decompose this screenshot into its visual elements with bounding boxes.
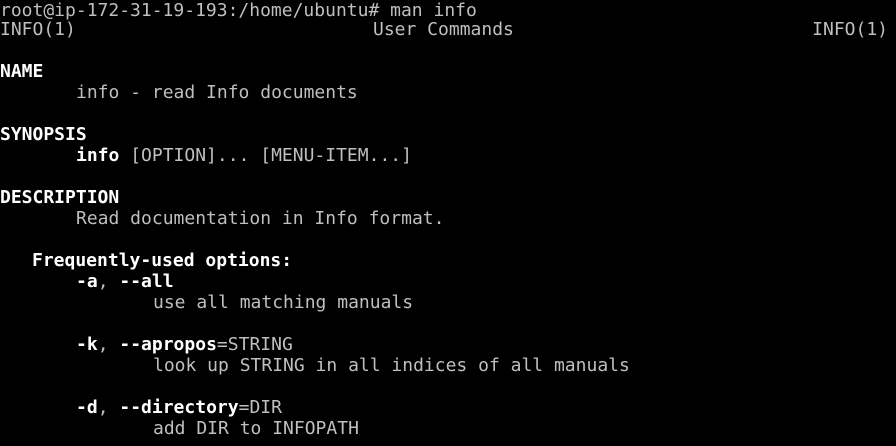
option-argument: STRING bbox=[227, 334, 293, 355]
man-header-left: INFO(1) bbox=[0, 19, 76, 40]
option-short-flag: -d bbox=[76, 397, 98, 418]
option-separator: , bbox=[97, 397, 120, 418]
man-header-center: User Commands bbox=[373, 19, 514, 40]
synopsis-line: info [OPTION]... [MENU-ITEM...] bbox=[76, 145, 412, 166]
option-description: add DIR to INFOPATH bbox=[153, 418, 359, 439]
shell-prompt-line: root@ip-172-31-19-193:/home/ubuntu# man … bbox=[0, 0, 477, 21]
option-separator: , bbox=[97, 271, 120, 292]
option-description: look up STRING in all indices of all man… bbox=[153, 355, 630, 376]
option-separator: , bbox=[97, 334, 120, 355]
option-flags: -d, --directory=DIR bbox=[76, 397, 282, 418]
section-heading-synopsis: SYNOPSIS bbox=[0, 124, 87, 145]
section-heading-name: NAME bbox=[0, 61, 44, 82]
option-arg-separator: = bbox=[238, 397, 250, 418]
section-heading-description: DESCRIPTION bbox=[0, 187, 120, 208]
name-description: info - read Info documents bbox=[76, 82, 358, 103]
options-subheading: Frequently-used options: bbox=[32, 250, 293, 271]
synopsis-command: info bbox=[76, 145, 120, 166]
terminal-window[interactable]: root@ip-172-31-19-193:/home/ubuntu# man … bbox=[0, 0, 896, 446]
description-text: Read documentation in Info format. bbox=[76, 208, 445, 229]
option-flags: -k, --apropos=STRING bbox=[76, 334, 293, 355]
synopsis-args: [OPTION]... [MENU-ITEM...] bbox=[119, 145, 412, 166]
option-flags: -a, --all bbox=[76, 271, 174, 292]
option-arg-separator: = bbox=[216, 334, 228, 355]
man-header-right: INFO(1) bbox=[812, 19, 888, 40]
option-long-flag: --apropos bbox=[119, 334, 217, 355]
option-description: use all matching manuals bbox=[153, 292, 414, 313]
option-short-flag: -k bbox=[76, 334, 98, 355]
option-short-flag: -a bbox=[76, 271, 98, 292]
option-long-flag: --directory bbox=[119, 397, 239, 418]
option-argument: DIR bbox=[249, 397, 282, 418]
option-long-flag: --all bbox=[119, 271, 174, 292]
